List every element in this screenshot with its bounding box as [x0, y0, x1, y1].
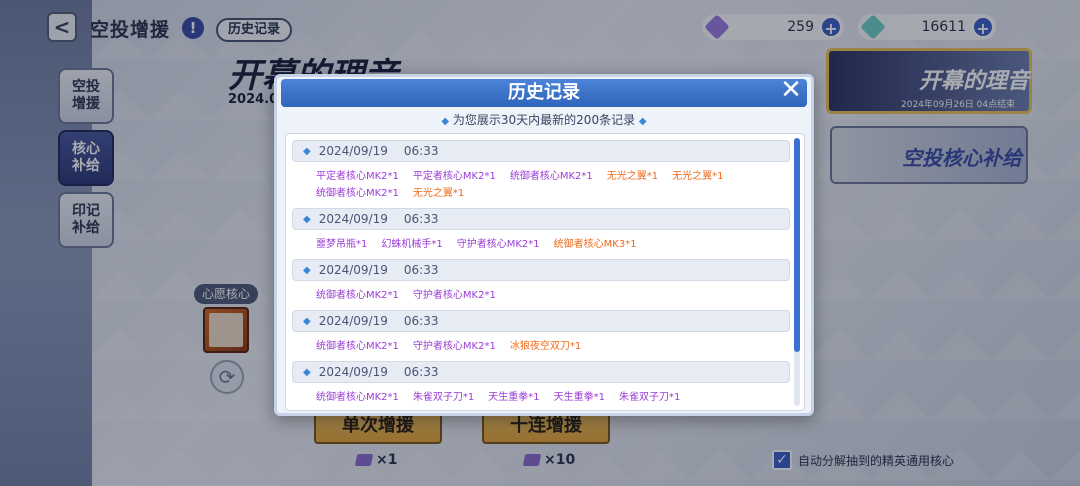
- history-record: ◆ 2024/09/19 06:33 统御者核心MK2*1 朱雀双子刀*1 天生重拳*1 天…: [292, 361, 790, 410]
- record-date: 2024/09/19: [318, 263, 388, 277]
- reward-item: 平定者核心MK2*1: [316, 171, 399, 182]
- reward-item: 守护者核心MK2*1: [412, 341, 496, 352]
- history-record: ◆ 2024/09/19 06:33 统御者核心MK2*1 守护者核心MK2*1: [292, 259, 790, 308]
- record-time: 06:33: [403, 314, 439, 328]
- reward-item: 平定者核心MK2*1: [412, 171, 496, 182]
- record-items: 噩梦吊瓶*1 幻蛛机械手*1 守护者核心MK2*1 统御者核心MK3*1: [292, 230, 790, 257]
- reward-item: 噩梦吊瓶*1: [316, 239, 368, 250]
- reward-item: 天生重拳*1: [488, 392, 540, 403]
- record-header: ◆ 2024/09/19 06:33: [292, 208, 790, 230]
- reward-item: 统御者核心MK2*1: [316, 290, 399, 301]
- diamond-icon: ◆: [303, 366, 311, 378]
- modal-title: 历史记录: [281, 79, 807, 107]
- record-date: 2024/09/19: [318, 314, 388, 328]
- history-record: ◆ 2024/09/19 06:33 噩梦吊瓶*1 幻蛛机械手*1 守护者核心MK2*1 统…: [292, 208, 790, 257]
- reward-item: 统御者核心MK2*1: [316, 188, 399, 199]
- diamond-icon: ◆: [441, 116, 450, 127]
- diamond-icon: ◆: [303, 315, 311, 327]
- record-time: 06:33: [403, 365, 439, 379]
- diamond-icon: ◆: [303, 213, 311, 225]
- record-date: 2024/09/19: [318, 212, 388, 226]
- history-record: ◆ 2024/09/19 06:33 统御者核心MK2*1 守护者核心MK2*1 冰狼夜空…: [292, 310, 790, 359]
- close-icon[interactable]: ✕: [779, 77, 803, 103]
- diamond-icon: ◆: [303, 145, 311, 157]
- history-modal: 历史记录 ✕ ◆ 为您展示30天内最新的200条记录 ◆ ◆ 2024/09/19…: [274, 74, 814, 416]
- diamond-icon: ◆: [638, 116, 647, 127]
- record-date: 2024/09/19: [318, 144, 388, 158]
- reward-item: 天生重拳*1: [553, 392, 606, 403]
- record-header: ◆ 2024/09/19 06:33: [292, 361, 790, 383]
- reward-item: 冰狼夜空双刀*1: [509, 341, 582, 352]
- record-header: ◆ 2024/09/19 06:33: [292, 259, 790, 281]
- reward-item: 幻蛛机械手*1: [381, 239, 443, 250]
- modal-subtitle: ◆ 为您展示30天内最新的200条记录 ◆: [441, 113, 647, 127]
- history-list[interactable]: ◆ 2024/09/19 06:33 平定者核心MK2*1 平定者核心MK2*1 统御者核…: [285, 133, 805, 411]
- reward-item: 统御者核心MK2*1: [316, 392, 399, 403]
- record-time: 06:33: [403, 263, 439, 277]
- reward-item: 朱雀双子刀*1: [412, 392, 475, 403]
- reward-item: 守护者核心MK2*1: [456, 239, 540, 250]
- record-time: 06:33: [403, 212, 439, 226]
- record-items: 平定者核心MK2*1 平定者核心MK2*1 统御者核心MK2*1 无光之翼*1 无光之翼…: [292, 162, 790, 206]
- reward-item: 统御者核心MK3*1: [553, 239, 637, 250]
- reward-item: 统御者核心MK2*1: [316, 341, 399, 352]
- history-record: ◆ 2024/09/19 06:33 平定者核心MK2*1 平定者核心MK2*1 统御者核…: [292, 140, 790, 206]
- reward-item: 朱雀双子刀*1: [619, 392, 681, 403]
- record-date: 2024/09/19: [318, 365, 388, 379]
- reward-item: 统御者核心MK2*1: [509, 171, 593, 182]
- reward-item: 守护者核心MK2*1: [412, 290, 496, 301]
- record-header: ◆ 2024/09/19 06:33: [292, 310, 790, 332]
- scrollbar-thumb[interactable]: [794, 138, 800, 352]
- reward-item: 无光之翼*1: [412, 188, 465, 199]
- diamond-icon: ◆: [303, 264, 311, 276]
- record-items: 统御者核心MK2*1 守护者核心MK2*1 冰狼夜空双刀*1: [292, 332, 790, 359]
- reward-item: 无光之翼*1: [672, 171, 724, 182]
- reward-item: 无光之翼*1: [606, 171, 659, 182]
- record-items: 统御者核心MK2*1 朱雀双子刀*1 天生重拳*1 天生重拳*1 朱雀双子刀*1: [292, 383, 790, 410]
- record-items: 统御者核心MK2*1 守护者核心MK2*1: [292, 281, 790, 308]
- record-time: 06:33: [403, 144, 439, 158]
- record-header: ◆ 2024/09/19 06:33: [292, 140, 790, 162]
